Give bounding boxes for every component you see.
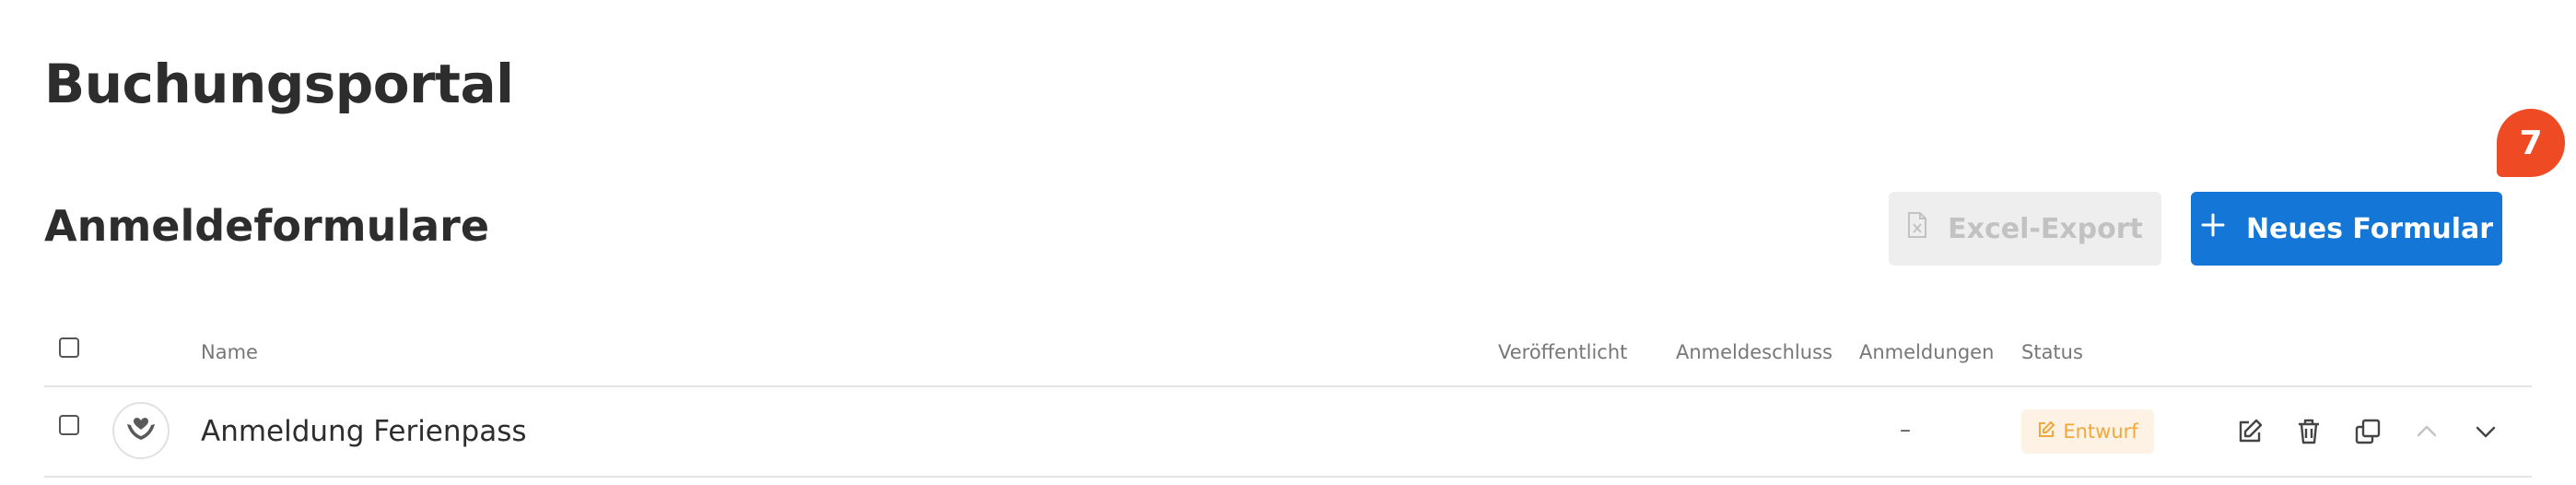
form-name[interactable]: Anmeldung Ferienpass bbox=[201, 415, 527, 448]
new-form-button[interactable]: Neues Formular bbox=[2191, 192, 2502, 266]
column-registrations[interactable]: Anmeldungen bbox=[1859, 341, 1994, 363]
form-logo bbox=[112, 402, 170, 459]
move-up-button[interactable] bbox=[2410, 415, 2443, 448]
notification-badge[interactable]: 7 bbox=[2497, 109, 2565, 177]
table-header: Name Veröffentlicht Anmeldeschluss Anmel… bbox=[44, 325, 2532, 387]
hands-heart-icon bbox=[125, 415, 157, 446]
edit-icon bbox=[2037, 420, 2055, 444]
column-status[interactable]: Status bbox=[2021, 341, 2083, 363]
column-name[interactable]: Name bbox=[201, 341, 258, 363]
excel-export-label: Excel-Export bbox=[1948, 212, 2143, 245]
status-badge: Entwurf bbox=[2021, 409, 2154, 454]
section-title: Anmeldeformulare bbox=[44, 201, 490, 251]
forms-table: Name Veröffentlicht Anmeldeschluss Anmel… bbox=[44, 325, 2532, 478]
edit-button[interactable] bbox=[2233, 415, 2266, 448]
page-title: Buchungsportal bbox=[44, 53, 514, 115]
select-all-checkbox[interactable] bbox=[59, 337, 79, 358]
delete-button[interactable] bbox=[2292, 415, 2325, 448]
move-down-button[interactable] bbox=[2469, 415, 2502, 448]
status-label: Entwurf bbox=[2063, 420, 2138, 443]
row-checkbox[interactable] bbox=[59, 415, 79, 435]
column-deadline[interactable]: Anmeldeschluss bbox=[1676, 341, 1832, 363]
duplicate-button[interactable] bbox=[2351, 415, 2384, 448]
excel-file-icon bbox=[1907, 212, 1927, 245]
column-published[interactable]: Veröffentlicht bbox=[1498, 341, 1627, 363]
new-form-label: Neues Formular bbox=[2245, 212, 2494, 245]
excel-export-button[interactable]: Excel-Export bbox=[1889, 192, 2161, 266]
table-row[interactable]: Anmeldung Ferienpass – Entwurf bbox=[44, 387, 2532, 478]
plus-icon bbox=[2200, 212, 2226, 245]
registrations-count: – bbox=[1900, 417, 1911, 443]
